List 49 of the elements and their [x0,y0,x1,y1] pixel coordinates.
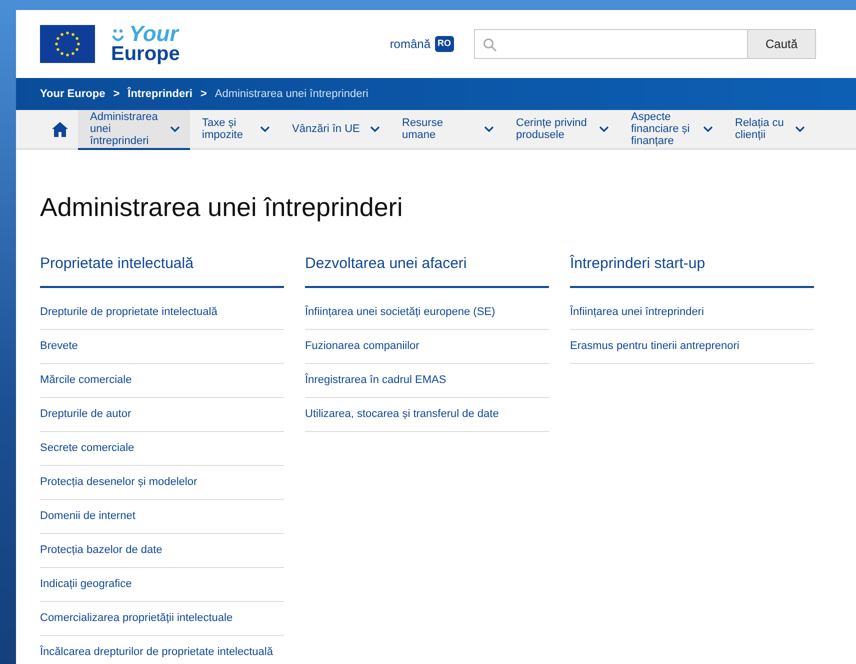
search-field[interactable]: Caută [474,29,816,59]
section-heading: Proprietate intelectuală [40,253,284,288]
chevron-down-icon [170,126,180,132]
breadcrumb-separator: > [113,86,120,102]
logo-text: Europe [111,44,180,64]
section-link[interactable]: Înființarea unei societăți europene (SE) [305,296,549,330]
nav-tab[interactable]: Aspecte financiare și finanțare [619,110,723,150]
section-link[interactable]: Drepturile de proprietate intelectuală [40,296,284,330]
section-link[interactable]: Protecția bazelor de date [40,534,284,568]
nav-tab[interactable]: Resurse umane [390,110,504,150]
breadcrumb-separator: > [200,86,207,102]
section-link[interactable]: Drepturile de autor [40,398,284,432]
section-link[interactable]: Domenii de internet [40,500,284,534]
chevron-down-icon [370,126,380,132]
language-code: RO [434,36,454,52]
search-button[interactable]: Caută [747,30,815,58]
chevron-down-icon [260,126,270,132]
search-icon [483,38,497,52]
language-link[interactable]: română [390,35,430,53]
section-link[interactable]: Comercializarea proprietății intelectuale [40,602,284,636]
nav-tab[interactable]: Relația cu clienții [723,110,815,150]
section-link[interactable]: Brevete [40,330,284,364]
home-icon [52,122,68,136]
section-heading: Întreprinderi start-up [570,253,814,288]
breadcrumb-current: Administrarea unei întreprinderi [214,86,368,102]
chevron-down-icon [703,126,713,132]
section-heading: Dezvoltarea unei afaceri [305,253,549,288]
nav-tab[interactable]: Administrarea unei întreprinderi [78,110,190,150]
nav-tab[interactable]: Vânzări în UE [280,110,390,150]
section-link[interactable]: Erasmus pentru tinerii antreprenori [570,330,814,364]
breadcrumb-link[interactable]: Întreprinderi [128,86,192,102]
chevron-down-icon [484,126,494,132]
breadcrumb-link[interactable]: Your Europe [40,86,106,102]
section-link[interactable]: Indicații geografice [40,568,284,602]
section-link[interactable]: Utilizarea, stocarea și transferul de date [305,398,549,432]
section-link[interactable]: Înregistrarea în cadrul EMAS [305,364,549,398]
section-link[interactable]: Mărcile comerciale [40,364,284,398]
section-link[interactable]: Înființarea unei întreprinderi [570,296,814,330]
logo-text: Your [129,24,178,44]
page-title: Administrarea unei întreprinderi [40,192,404,224]
section-link[interactable]: Protecția desenelor și modelelor [40,466,284,500]
chevron-down-icon [795,126,805,132]
section-link[interactable]: Încălcarea drepturilor de proprietate intelectuală [40,636,284,664]
chevron-down-icon [599,126,609,132]
section-link[interactable]: Secrete comerciale [40,432,284,466]
smile-icon [111,28,125,44]
nav-tab[interactable]: Taxe și impozite [190,110,280,150]
section-link[interactable]: Fuzionarea companiilor [305,330,549,364]
nav-tab[interactable]: Cerințe privind produsele [504,110,619,150]
